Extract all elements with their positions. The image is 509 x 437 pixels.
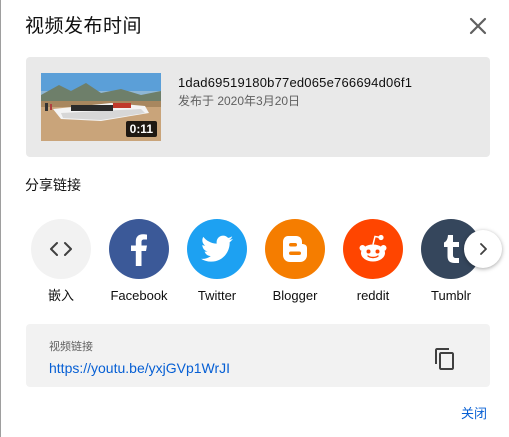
chevron-right-icon bbox=[480, 243, 487, 255]
share-label-tumblr: Tumblr bbox=[431, 288, 471, 303]
share-targets: 嵌入 Facebook Twitter Blogger reddit Tumbl… bbox=[25, 219, 495, 309]
video-link-label: 视频链接 bbox=[49, 341, 93, 353]
video-link-url[interactable]: https://youtu.be/yxjGVp1WrJI bbox=[49, 359, 230, 377]
share-next-button[interactable] bbox=[464, 230, 502, 268]
share-reddit[interactable]: reddit bbox=[334, 219, 412, 304]
copy-icon bbox=[435, 348, 454, 370]
close-dialog-link[interactable]: 关闭 bbox=[461, 405, 487, 423]
video-duration: 0:11 bbox=[125, 121, 157, 137]
tumblr-icon bbox=[444, 235, 459, 263]
reddit-icon bbox=[359, 234, 387, 262]
video-thumbnail[interactable]: 0:11 bbox=[41, 73, 161, 141]
video-publish-date: 发布于 2020年3月20日 bbox=[178, 94, 301, 108]
share-facebook[interactable]: Facebook bbox=[100, 219, 178, 304]
share-heading: 分享链接 bbox=[25, 177, 81, 193]
share-label-reddit: reddit bbox=[356, 288, 390, 303]
close-icon bbox=[469, 17, 487, 35]
dialog-title: 视频发布时间 bbox=[25, 16, 143, 37]
copy-button[interactable] bbox=[433, 347, 457, 371]
blogger-icon bbox=[283, 236, 307, 262]
embed-icon bbox=[50, 242, 72, 256]
share-embed[interactable]: 嵌入 bbox=[22, 219, 100, 304]
share-label-facebook: Facebook bbox=[110, 288, 168, 303]
video-title: 1dad69519180b77ed065e766694d06f1 bbox=[178, 75, 413, 90]
twitter-icon bbox=[201, 235, 233, 262]
share-blogger[interactable]: Blogger bbox=[256, 219, 334, 304]
video-card: 0:11 1dad69519180b77ed065e766694d06f1 发布… bbox=[26, 57, 490, 157]
video-link-box: 视频链接 https://youtu.be/yxjGVp1WrJI bbox=[26, 324, 490, 387]
share-label-twitter: Twitter bbox=[197, 288, 237, 303]
facebook-icon bbox=[131, 234, 147, 266]
share-label-blogger: Blogger bbox=[272, 288, 318, 303]
share-twitter[interactable]: Twitter bbox=[178, 219, 256, 304]
close-button[interactable] bbox=[465, 13, 491, 39]
share-label-embed: 嵌入 bbox=[47, 288, 74, 303]
share-dialog: 视频发布时间 0:11 1dad69519180b77ed065e766694d… bbox=[0, 0, 509, 437]
